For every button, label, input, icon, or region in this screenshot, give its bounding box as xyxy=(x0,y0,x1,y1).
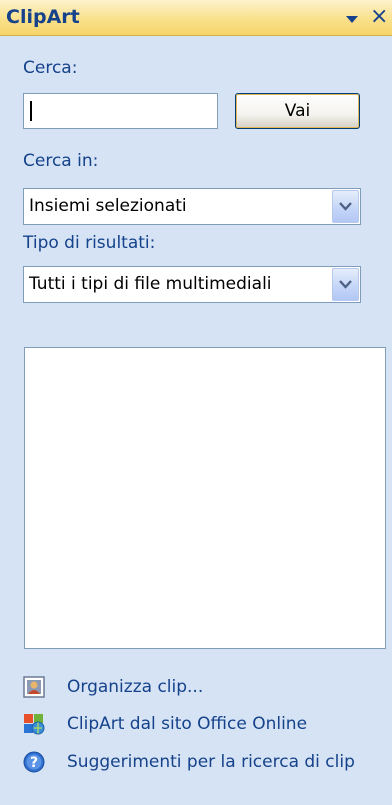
chevron-down-icon[interactable] xyxy=(332,268,359,301)
text-caret xyxy=(30,101,32,121)
close-icon[interactable]: × xyxy=(370,5,392,29)
chevron-down-icon[interactable] xyxy=(332,190,359,223)
search-in-label: Cerca in: xyxy=(23,151,99,171)
pane-title-bar: ClipArt × xyxy=(0,0,392,36)
result-type-selected: Tutti i tipi di file multimediali xyxy=(29,274,272,294)
search-in-dropdown[interactable]: Insiemi selezionati xyxy=(23,188,361,225)
organize-clips-label: Organizza clip... xyxy=(67,677,204,697)
search-tips-link[interactable]: ? Suggerimenti per la ricerca di clip xyxy=(23,751,383,777)
search-tips-label: Suggerimenti per la ricerca di clip xyxy=(67,752,355,772)
go-button[interactable]: Vai xyxy=(235,93,360,129)
clipart-office-online-link[interactable]: ClipArt dal sito Office Online xyxy=(23,713,323,739)
search-input[interactable] xyxy=(23,93,218,129)
result-type-label: Tipo di risultati: xyxy=(23,233,156,253)
office-online-icon xyxy=(23,713,45,735)
pane-title: ClipArt xyxy=(6,6,80,28)
search-label: Cerca: xyxy=(23,58,78,78)
svg-text:?: ? xyxy=(30,755,38,771)
search-results-area[interactable] xyxy=(24,347,386,649)
clipart-task-pane: ClipArt × Cerca: Vai Cerca in: Insiemi s… xyxy=(0,0,392,805)
office-online-label: ClipArt dal sito Office Online xyxy=(67,714,308,734)
organize-clips-link[interactable]: Organizza clip... xyxy=(23,676,243,702)
result-type-dropdown[interactable]: Tutti i tipi di file multimediali xyxy=(23,266,361,303)
organizer-icon xyxy=(23,676,45,698)
chevron-down-icon[interactable] xyxy=(345,12,359,26)
help-icon: ? xyxy=(23,751,45,773)
search-in-selected: Insiemi selezionati xyxy=(29,196,187,216)
